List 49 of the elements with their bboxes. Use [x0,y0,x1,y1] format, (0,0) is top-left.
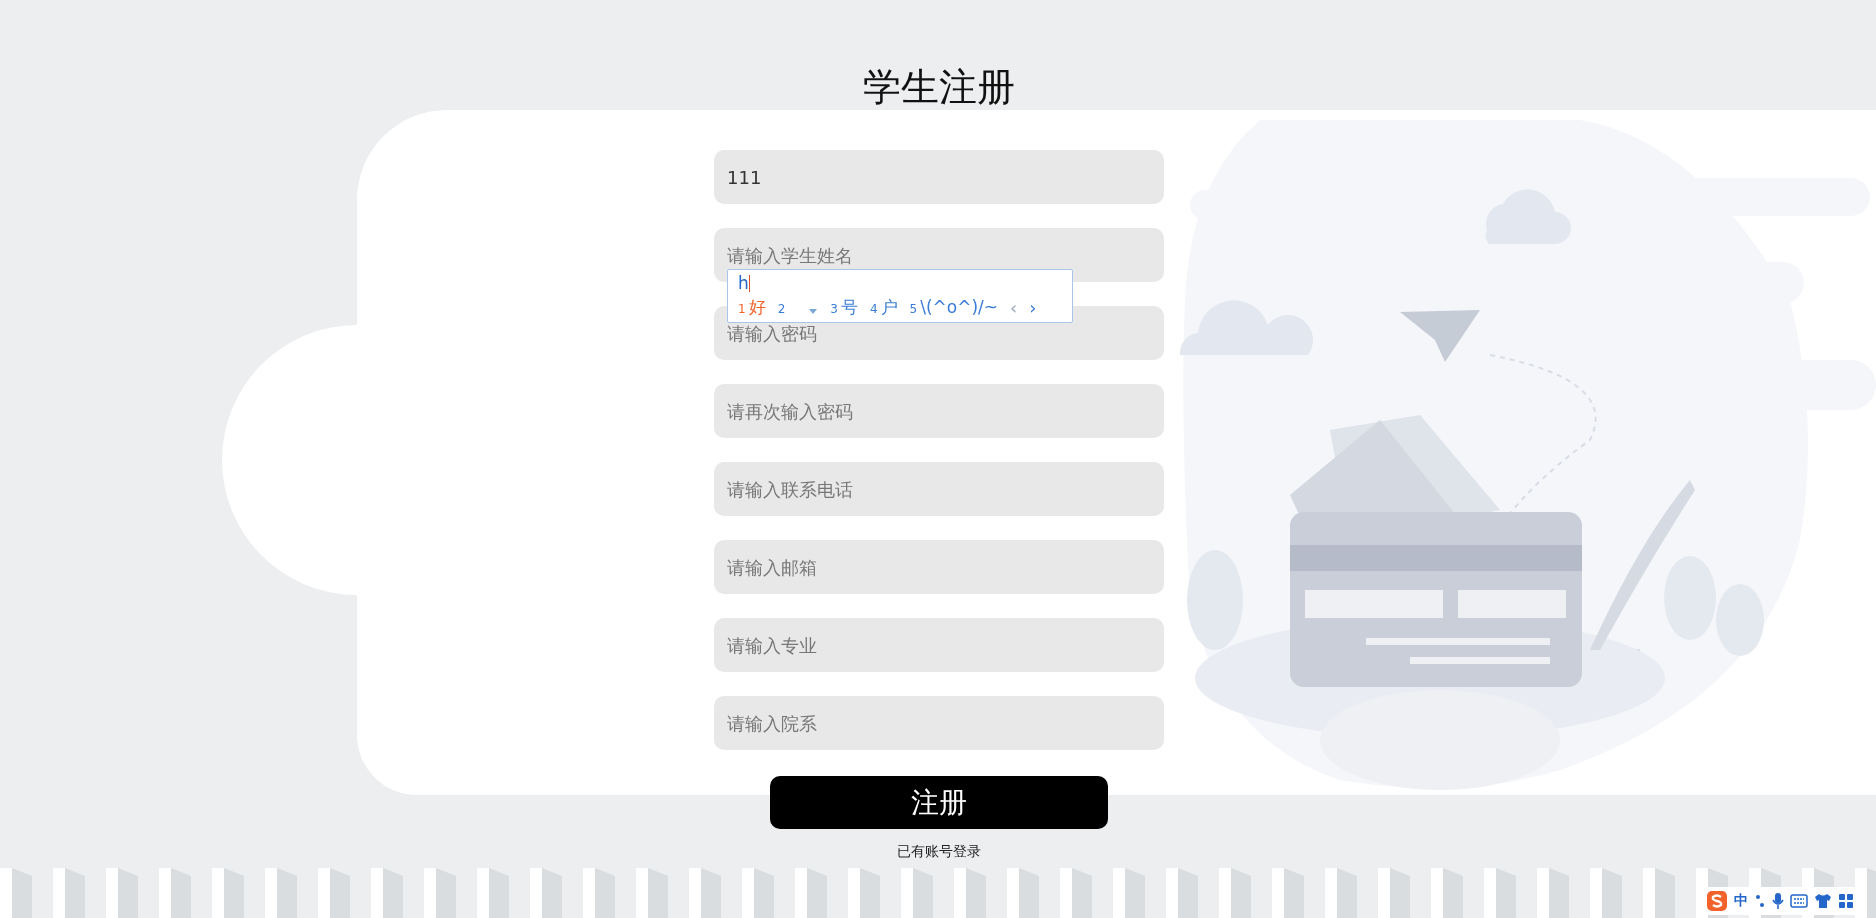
stripe-drawing [1166,868,1198,918]
stripe-drawing [1590,868,1622,918]
punctuation-icon[interactable] [1754,892,1766,910]
keyboard-icon[interactable] [1790,894,1808,908]
shirt-icon[interactable] [1814,893,1832,909]
grid-icon[interactable] [1838,893,1854,909]
input-field[interactable]: 请输入专业 [714,618,1164,672]
stripe-drawing [371,868,403,918]
input-field[interactable]: 请再次输入密码 [714,384,1164,438]
stripe-drawing [1537,868,1569,918]
stripe-drawing [1219,868,1251,918]
page-title: 学生注册 [863,64,1015,111]
stripe-drawing [530,868,562,918]
input-mode-indicator[interactable]: 中 [1734,892,1748,910]
input-field[interactable]: 111 [714,150,1164,204]
stripe-drawing [1484,868,1516,918]
stripe-drawing [1272,868,1304,918]
stripe-drawing [1113,868,1145,918]
stripe-drawing [636,868,668,918]
input-field[interactable]: 请输入邮箱 [714,540,1164,594]
stripe-drawing [1325,868,1357,918]
microphone-icon[interactable] [1772,892,1784,910]
stripe-drawing [583,868,615,918]
stripe-drawing [954,868,986,918]
stripe-drawing [1060,868,1092,918]
stripe-drawing [1007,868,1039,918]
stripe-drawing [1431,868,1463,918]
stripe-drawing [1643,868,1675,918]
stripe-drawing [212,868,244,918]
stripe-drawing [106,868,138,918]
input-field[interactable]: 请输入联系电话 [714,462,1164,516]
stripe-drawing [795,868,827,918]
stripe-drawing [742,868,774,918]
stripe-drawing [901,868,933,918]
stripe-drawing [477,868,509,918]
stripe-drawing [689,868,721,918]
stripe-drawing [424,868,456,918]
stripe-drawing [265,868,297,918]
stripe-drawing [318,868,350,918]
stripe-drawing [848,868,880,918]
caret-icon [808,309,819,315]
login-link[interactable]: 已有账号登录 [897,843,981,861]
stripe-drawing [159,868,191,918]
stripe-drawing [53,868,85,918]
input-field[interactable]: 请输入院系 [714,696,1164,750]
stripe-drawing [0,868,32,918]
stripe-drawing [1378,868,1410,918]
ime-logo-icon[interactable] [1706,890,1728,912]
register-button[interactable]: 注册 [770,776,1108,829]
